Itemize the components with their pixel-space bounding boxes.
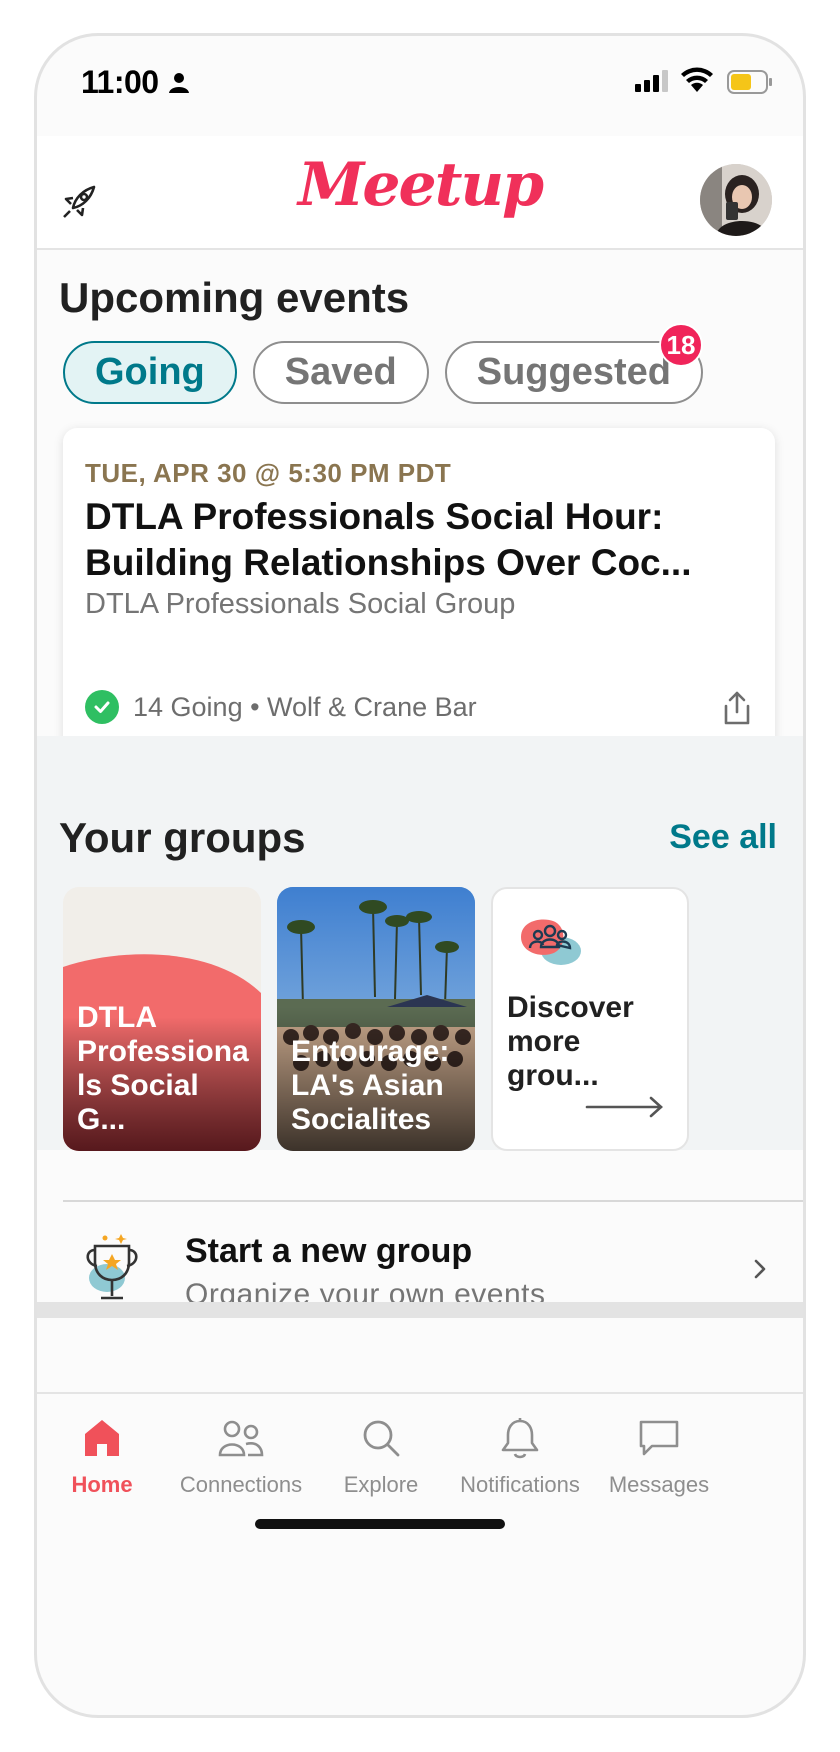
going-check-icon (85, 690, 119, 724)
see-all-link[interactable]: See all (669, 818, 777, 857)
home-indicator (255, 1519, 505, 1529)
group-card[interactable]: Entourage: LA's Asian Socialites (277, 887, 475, 1151)
tab-connections-label: Connections (179, 1472, 303, 1497)
share-icon[interactable] (721, 690, 753, 731)
chip-saved[interactable]: Saved (252, 341, 429, 404)
upcoming-events-heading: Upcoming events (59, 274, 410, 321)
suggested-count-badge: 18 (658, 323, 703, 367)
group-name: Entourage: LA's Asian Socialites (291, 1035, 450, 1136)
event-title-line2: Building Relationships Over Coc... (85, 542, 692, 583)
event-group-name: DTLA Professionals Social Group (85, 588, 516, 620)
status-bar: 11:00 (37, 36, 803, 126)
event-title-line1: DTLA Professionals Social Hour: (85, 496, 664, 537)
your-groups-heading: Your groups (59, 814, 306, 861)
tab-explore-label: Explore (343, 1472, 419, 1497)
chip-going-label: Going (95, 351, 205, 393)
phone-frame: 11:00 Meetup Upcoming events Going Saved… (34, 33, 806, 1718)
chip-saved-label: Saved (284, 351, 397, 393)
tab-home[interactable]: Home (37, 1412, 177, 1498)
cellular-signal-icon (635, 70, 669, 97)
event-meta: 14 Going • Wolf & Crane Bar (85, 690, 477, 724)
search-icon (306, 1412, 456, 1464)
tab-messages-label: Messages (608, 1472, 710, 1497)
tab-messages[interactable]: Messages (584, 1412, 734, 1498)
tab-notifications-label: Notifications (460, 1472, 580, 1497)
arrow-right-icon (585, 1095, 665, 1124)
tab-notifications[interactable]: Notifications (445, 1412, 595, 1498)
tab-explore[interactable]: Explore (306, 1412, 456, 1498)
event-filter-chips: Going Saved Suggested 18 (63, 323, 703, 404)
chip-suggested-label: Suggested (476, 351, 671, 393)
top-nav-bar: Meetup (37, 136, 803, 250)
bell-icon (445, 1412, 595, 1464)
profile-avatar[interactable] (700, 164, 772, 236)
chip-suggested[interactable]: Suggested 18 (444, 323, 703, 404)
person-status-icon (168, 72, 190, 99)
battery-icon (727, 70, 773, 99)
start-new-group-title: Start a new group (185, 1232, 473, 1270)
meetup-logo: Meetup (297, 150, 544, 220)
wifi-icon (681, 67, 713, 98)
group-name: DTLA Professiona ls Social G... (77, 1001, 249, 1136)
chevron-right-icon (753, 1258, 767, 1285)
group-card[interactable]: DTLA Professiona ls Social G... (63, 887, 261, 1151)
section-divider (37, 1302, 803, 1318)
people-icon (166, 1412, 316, 1464)
event-title: DTLA Professionals Social Hour: Building… (85, 494, 725, 586)
group-people-icon (517, 915, 583, 974)
home-icon (37, 1412, 177, 1464)
chip-going[interactable]: Going (63, 341, 237, 404)
tab-home-label: Home (71, 1472, 133, 1497)
status-time: 11:00 (81, 64, 159, 100)
discover-groups-card[interactable]: Discover more grou... (491, 887, 689, 1151)
event-card[interactable]: TUE, APR 30 @ 5:30 PM PDT DTLA Professio… (63, 428, 775, 756)
start-new-group-row[interactable]: Start a new group Organize your own even… (63, 1200, 803, 1340)
event-date: TUE, APR 30 @ 5:30 PM PDT (85, 458, 452, 488)
tab-connections[interactable]: Connections (166, 1412, 316, 1498)
discover-groups-label: Discover more grou... (507, 991, 634, 1092)
event-attendance-location: 14 Going • Wolf & Crane Bar (133, 691, 477, 722)
chat-icon (584, 1412, 734, 1464)
